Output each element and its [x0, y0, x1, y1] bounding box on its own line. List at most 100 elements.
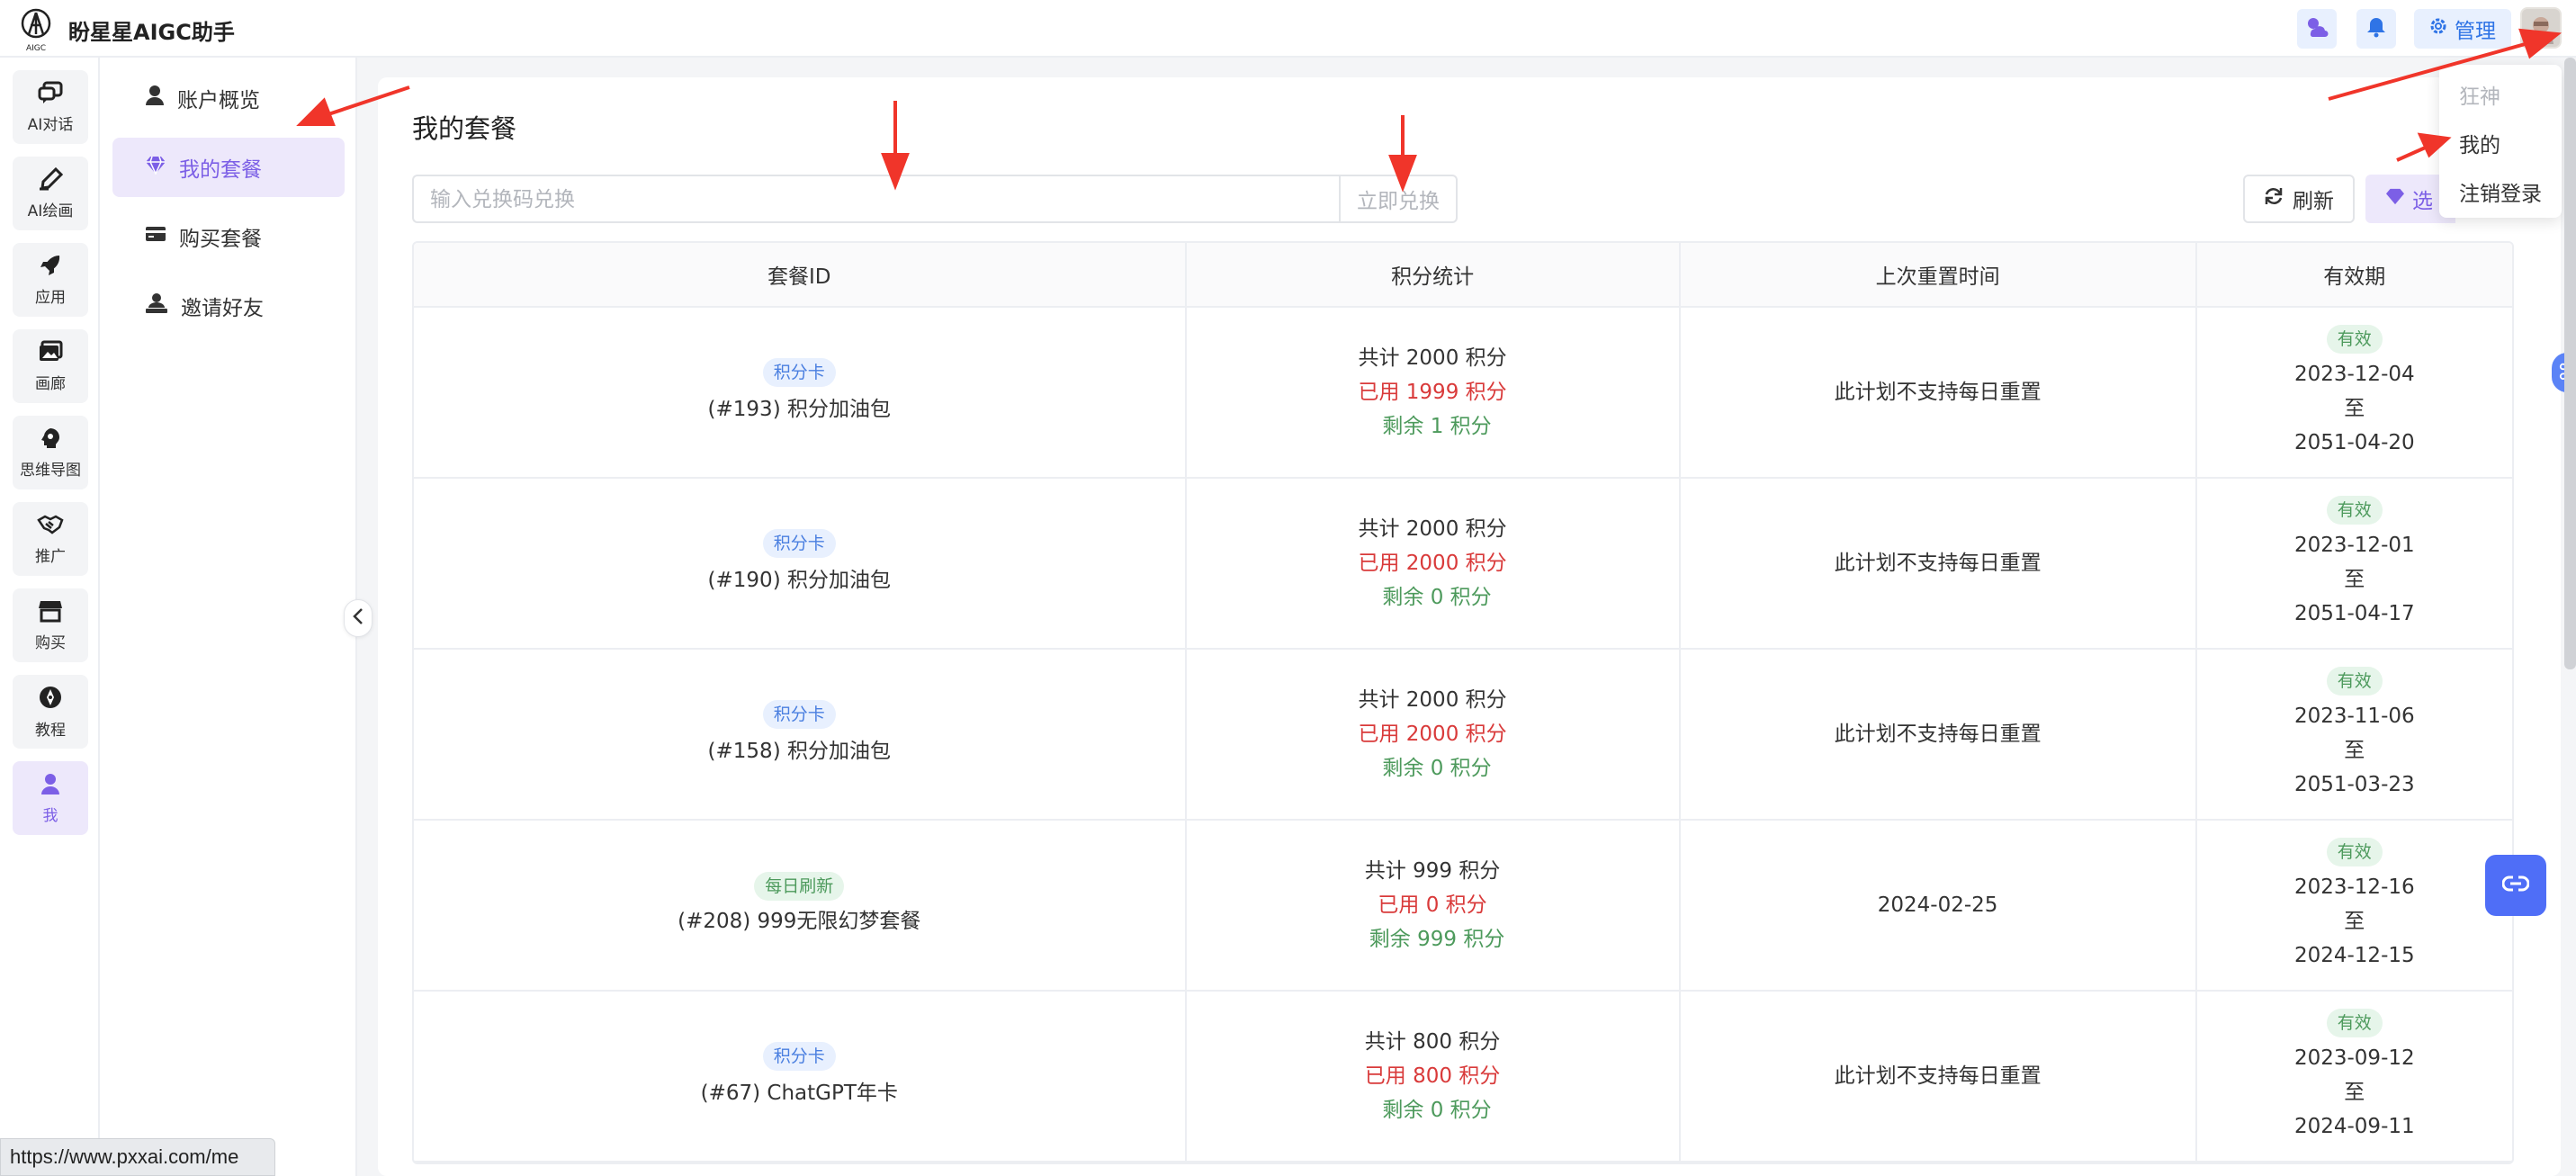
floating-action-button[interactable]	[2485, 855, 2546, 916]
valid-to: 至	[2344, 568, 2365, 591]
subnav-item-my-plans[interactable]: 我的套餐	[112, 138, 345, 197]
bell-icon	[2366, 16, 2386, 41]
rail-item-me[interactable]: 我	[13, 761, 88, 835]
plan-type-tag: 积分卡	[762, 700, 836, 729]
user-avatar[interactable]	[2520, 7, 2562, 49]
refresh-icon	[2264, 186, 2284, 211]
rail-item-mindmap[interactable]: 思维导图	[13, 416, 88, 489]
table-header: 套餐ID 积分统计 上次重置时间 有效期	[414, 243, 2512, 308]
redeem-button[interactable]: 立即兑换	[1339, 175, 1458, 223]
rail-item-label: 我	[42, 806, 58, 825]
table-row: 每日刷新 (#208) 999无限幻梦套餐 共计 999 积分 已用 0 积分 …	[414, 821, 2512, 992]
diamond-icon	[145, 155, 166, 180]
main-panel: 我的套餐 立即兑换 刷新 选 套餐ID 积分统计 上次重置时间 有效期 积分卡 …	[378, 77, 2561, 1176]
link-icon	[2501, 874, 2530, 897]
rail-item-apps[interactable]: 应用	[13, 243, 88, 317]
admin-label: 管理	[2455, 20, 2496, 43]
status-badge: 有效	[2326, 667, 2383, 696]
points-used: 已用 800 积分	[1364, 1064, 1501, 1088]
column-header[interactable]: 套餐ID	[414, 243, 1187, 306]
subnav-item-label: 我的套餐	[179, 158, 262, 182]
points-total: 共计 999 积分	[1364, 859, 1501, 883]
points-total: 共计 800 积分	[1364, 1030, 1501, 1054]
user-dropdown-menu: 狂神 我的 注销登录	[2439, 65, 2562, 218]
rail-item-label: 购买	[35, 633, 66, 652]
rail-item-tutorial[interactable]: 教程	[13, 675, 88, 749]
status-bar-url: https://www.pxxai.com/me	[0, 1138, 275, 1176]
page-title: 我的套餐	[412, 113, 517, 144]
valid-to: 至	[2344, 739, 2365, 762]
points-remaining: 剩余 0 积分	[1382, 1099, 1492, 1122]
table-row: 积分卡 (#158) 积分加油包 共计 2000 积分 已用 2000 积分 剩…	[414, 650, 2512, 821]
last-reset-cell: 此计划不支持每日重置	[1681, 308, 2197, 477]
points-remaining: 剩余 1 积分	[1382, 415, 1492, 438]
validity-cell: 有效 2023-12-01 至 2051-04-17	[2197, 479, 2512, 648]
compass-icon	[38, 685, 63, 714]
chevron-left-icon	[353, 607, 364, 629]
rail-item-gallery[interactable]: 画廊	[13, 329, 88, 403]
valid-start: 2023-12-01	[2293, 534, 2415, 557]
plan-id-cell: 积分卡 (#190) 积分加油包	[414, 479, 1187, 648]
valid-start: 2023-09-12	[2293, 1046, 2415, 1070]
subnav-item-label: 邀请好友	[181, 297, 264, 320]
dropdown-item-me[interactable]: 我的	[2459, 128, 2500, 158]
points-cell: 共计 2000 积分 已用 2000 积分 剩余 0 积分	[1187, 479, 1681, 648]
svg-text:AIGC: AIGC	[26, 44, 46, 52]
subnav-item-buy-plan[interactable]: 购买套餐	[112, 207, 345, 266]
last-reset-cell: 此计划不支持每日重置	[1681, 992, 2197, 1161]
handshake-icon	[37, 513, 64, 540]
points-used: 已用 1999 积分	[1358, 381, 1507, 404]
paint-icon	[38, 166, 64, 194]
points-cell: 共计 999 积分 已用 0 积分 剩余 999 积分	[1187, 821, 1681, 990]
diamond-icon	[2385, 187, 2405, 211]
plan-id-cell: 积分卡 (#193) 积分加油包	[414, 308, 1187, 477]
plan-id-cell: 积分卡 (#67) ChatGPT年卡	[414, 992, 1187, 1161]
card-icon	[145, 225, 166, 248]
rail-item-promote[interactable]: 推广	[13, 502, 88, 576]
weather-button[interactable]	[2297, 9, 2337, 49]
validity-cell: 有效 2023-11-06 至 2051-03-23	[2197, 650, 2512, 819]
page-scrollbar[interactable]	[2564, 58, 2576, 669]
valid-start: 2023-12-04	[2293, 363, 2415, 386]
notification-button[interactable]	[2356, 9, 2396, 49]
redeem-code-input[interactable]	[412, 175, 1339, 223]
valid-to: 至	[2344, 1081, 2365, 1104]
rail-item-label: 画廊	[35, 374, 66, 393]
admin-button[interactable]: 管理	[2414, 9, 2511, 49]
rail-item-label: 思维导图	[20, 461, 81, 480]
validity-cell: 有效 2023-09-12 至 2024-09-11	[2197, 992, 2512, 1161]
user-icon	[40, 772, 61, 799]
status-badge: 有效	[2326, 838, 2383, 866]
rail-item-label: AI对话	[27, 115, 74, 134]
plan-id-cell: 每日刷新 (#208) 999无限幻梦套餐	[414, 821, 1187, 990]
store-icon	[38, 599, 63, 626]
account-subnav: 账户概览 我的套餐 购买套餐 邀请好友	[100, 58, 357, 1176]
column-header[interactable]: 上次重置时间	[1681, 243, 2197, 306]
subnav-item-label: 账户概览	[177, 89, 260, 112]
column-header[interactable]: 有效期	[2197, 243, 2512, 306]
table-row: 积分卡 (#67) ChatGPT年卡 共计 800 积分 已用 800 积分 …	[414, 992, 2512, 1163]
table-row: 积分卡 (#193) 积分加油包 共计 2000 积分 已用 1999 积分 剩…	[414, 308, 2512, 479]
column-header[interactable]: 积分统计	[1187, 243, 1681, 306]
points-remaining: 剩余 0 积分	[1382, 586, 1492, 609]
rail-item-purchase[interactable]: 购买	[13, 588, 88, 662]
rail-item-ai-chat[interactable]: AI对话	[13, 70, 88, 144]
points-used: 已用 2000 积分	[1358, 552, 1507, 575]
subnav-item-invite[interactable]: 邀请好友	[112, 276, 345, 336]
plan-name: (#67) ChatGPT年卡	[700, 1082, 898, 1105]
refresh-button[interactable]: 刷新	[2243, 175, 2355, 223]
last-reset-cell: 此计划不支持每日重置	[1681, 479, 2197, 648]
status-badge: 有效	[2326, 1009, 2383, 1037]
plan-type-tag: 积分卡	[762, 358, 836, 387]
plan-name: (#190) 积分加油包	[707, 569, 891, 592]
last-reset-cell: 2024-02-25	[1681, 821, 2197, 990]
plan-type-tag: 积分卡	[762, 1042, 836, 1071]
subnav-item-account-overview[interactable]: 账户概览	[112, 68, 345, 128]
app-logo[interactable]: AIGC	[18, 7, 54, 53]
table-row: 积分卡 (#190) 积分加油包 共计 2000 积分 已用 2000 积分 剩…	[414, 479, 2512, 650]
valid-end: 2024-09-11	[2293, 1115, 2415, 1138]
validity-cell: 有效 2023-12-04 至 2051-04-20	[2197, 308, 2512, 477]
dropdown-item-logout[interactable]: 注销登录	[2459, 176, 2542, 207]
collapse-sidebar-button[interactable]	[344, 599, 372, 637]
rail-item-ai-paint[interactable]: AI绘画	[13, 157, 88, 230]
